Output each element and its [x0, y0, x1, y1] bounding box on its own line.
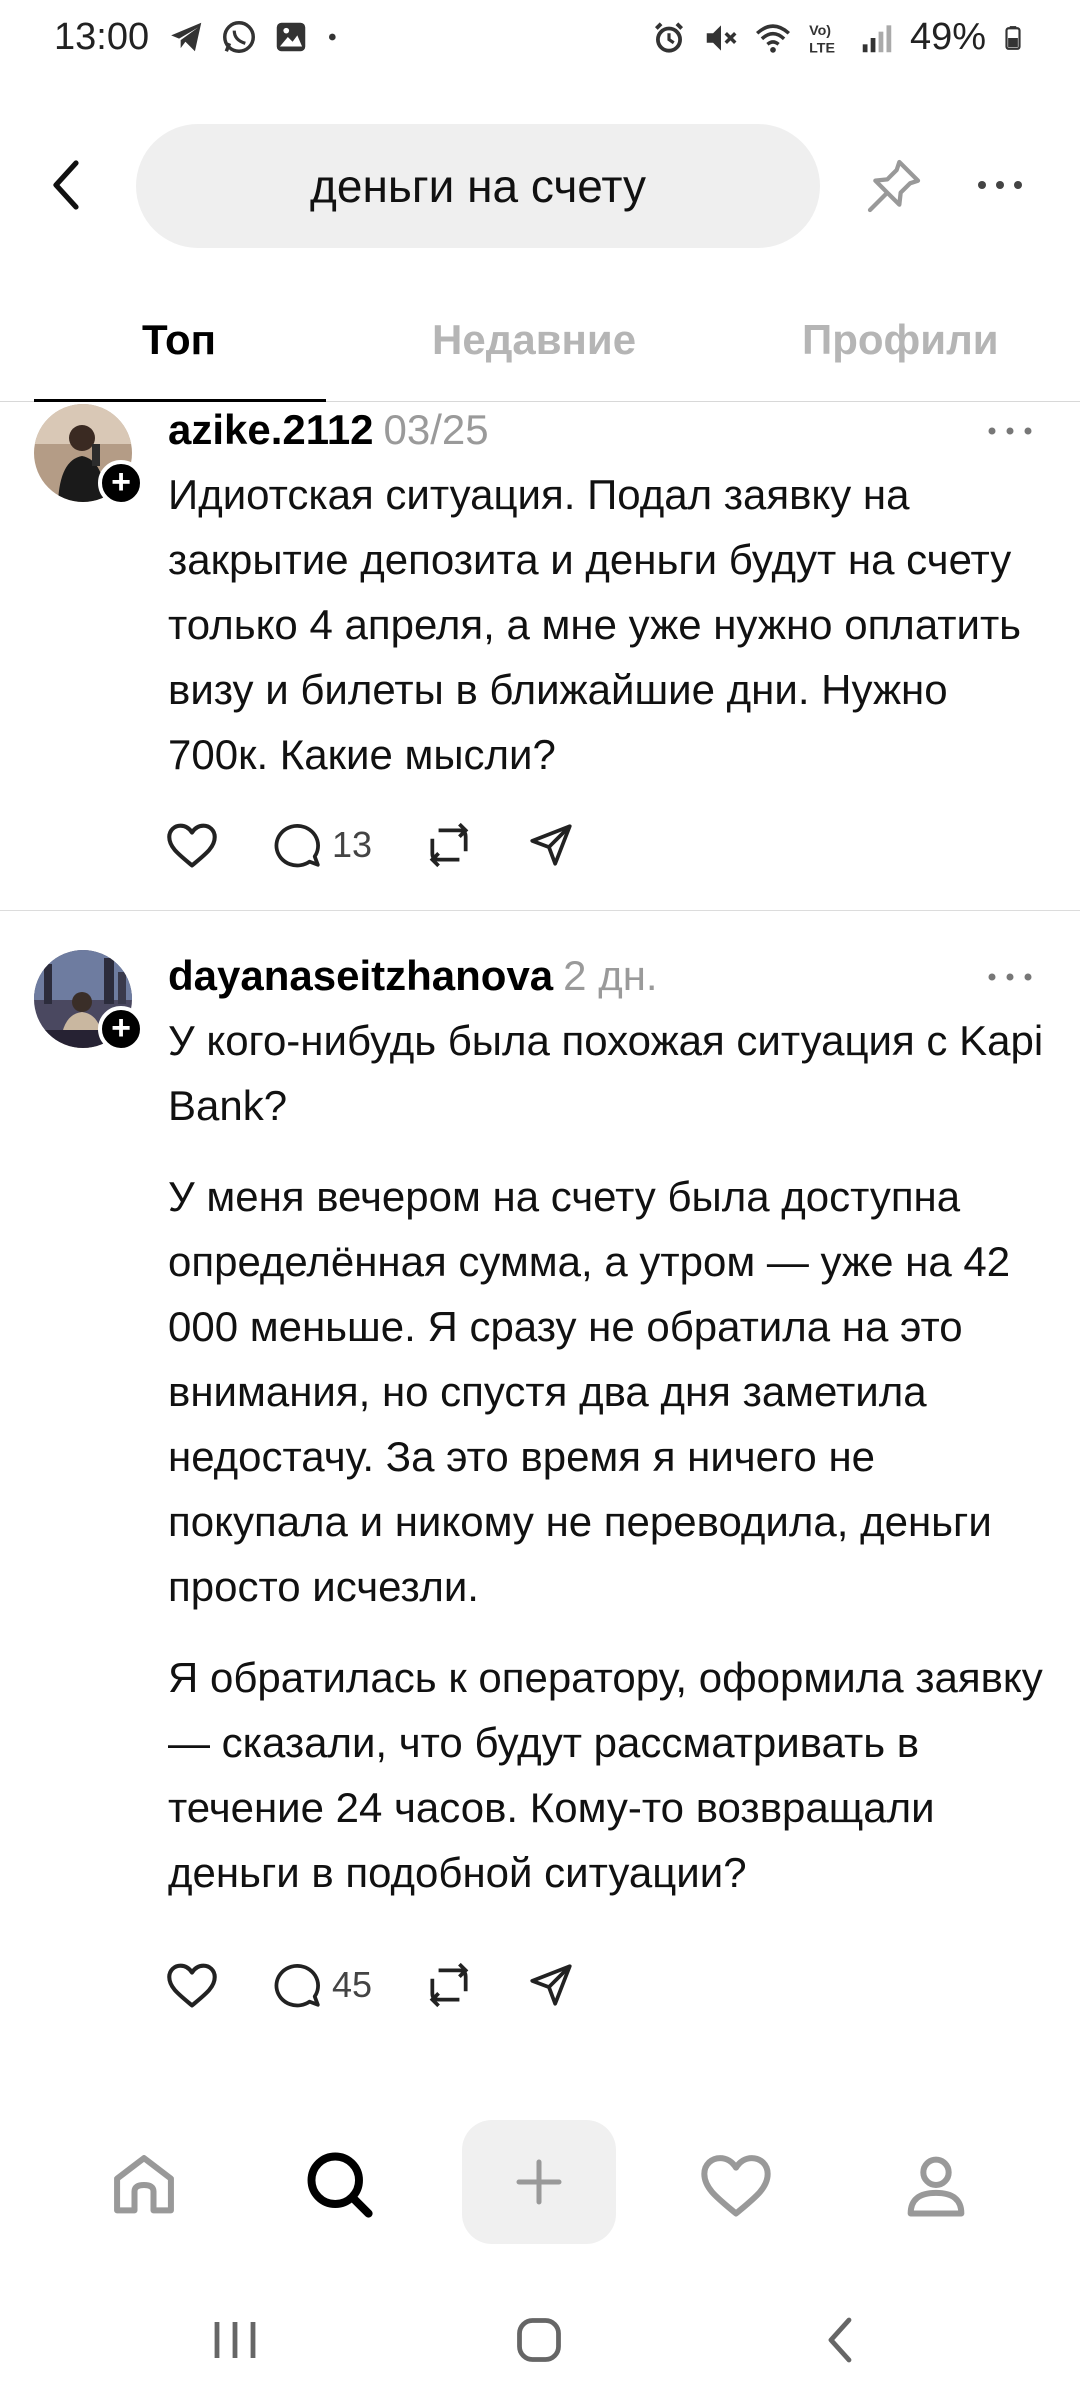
bottom-nav [0, 2110, 1080, 2260]
follow-plus-icon[interactable]: + [98, 460, 144, 506]
post-more-button[interactable] [982, 416, 1038, 446]
nav-activity-button[interactable] [676, 2110, 796, 2260]
more-dots-icon [988, 427, 1032, 435]
chevron-left-icon [53, 160, 79, 210]
back-system-button[interactable] [796, 2305, 886, 2375]
post[interactable]: + azike.2112 03/25 Идиотская ситуация. По… [0, 404, 1080, 910]
repost-icon [429, 1962, 469, 2008]
battery-icon [1005, 25, 1021, 50]
plus-icon [516, 2159, 562, 2205]
pin-icon [867, 159, 921, 213]
search-input[interactable]: деньги на счету [136, 124, 820, 248]
username-text[interactable]: azike.2112 [168, 406, 374, 453]
reply-button[interactable]: 45 [272, 1960, 372, 2010]
status-bar: 13:00 Vo) LTE 49% [0, 0, 1080, 80]
post-paragraph: Идиотская ситуация. Подал заявку на закр… [168, 471, 1022, 778]
post-paragraph: У меня вечером на счету была доступна оп… [168, 1173, 1011, 1610]
wifi-icon [755, 23, 790, 53]
post-paragraph: Я обратилась к оператору, оформила заявк… [168, 1654, 1043, 1896]
tab-top[interactable]: Топ [142, 316, 216, 364]
post-username[interactable]: azike.2112 03/25 [168, 406, 489, 454]
nav-new-post-button[interactable] [462, 2120, 616, 2244]
heart-icon [167, 823, 217, 868]
share-button[interactable] [526, 1960, 576, 2010]
profile-icon [907, 2156, 965, 2217]
pin-button[interactable] [862, 154, 926, 218]
heart-icon [167, 1963, 217, 2008]
search-query-text: деньги на счету [310, 160, 646, 212]
more-options-button[interactable] [970, 160, 1030, 210]
telegram-icon [171, 22, 202, 52]
post-more-button[interactable] [982, 962, 1038, 992]
post-time: 2 дн. [563, 952, 658, 999]
status-left-icons [168, 18, 344, 56]
follow-plus-icon[interactable]: + [98, 1006, 144, 1052]
home-circle-icon [517, 2318, 561, 2362]
search-icon [307, 2152, 373, 2218]
post-actions: 13 [164, 820, 628, 870]
svg-text:Vo): Vo) [809, 22, 831, 38]
reply-button[interactable]: 13 [272, 820, 372, 870]
like-button[interactable] [164, 1960, 220, 2010]
nav-profile-button[interactable] [876, 2110, 996, 2260]
post-paragraph: У кого-нибудь была похожая ситуация с Ka… [168, 1017, 1044, 1129]
repost-button[interactable] [424, 1960, 474, 2010]
share-button[interactable] [526, 820, 576, 870]
recents-icon [214, 2322, 256, 2358]
repost-button[interactable] [424, 820, 474, 870]
nav-home-button[interactable] [84, 2110, 204, 2260]
system-nav-bar [0, 2285, 1080, 2400]
send-icon [530, 1964, 572, 2006]
dot-icon [329, 33, 336, 41]
send-icon [530, 824, 572, 866]
post[interactable]: + dayanaseitzhanova 2 дн. У кого-нибудь б… [0, 950, 1080, 2070]
search-header: деньги на счету [0, 110, 1080, 260]
comment-icon [274, 1963, 320, 2008]
signal-icon [862, 24, 892, 52]
status-right-icons: Vo) LTE 49% [650, 16, 1026, 59]
gallery-icon [276, 22, 306, 52]
home-system-button[interactable] [494, 2305, 584, 2375]
repost-icon [429, 822, 469, 868]
back-button[interactable] [36, 150, 96, 220]
nav-search-button[interactable] [280, 2110, 400, 2260]
post-time: 03/25 [383, 406, 489, 453]
home-icon [114, 2155, 174, 2214]
heart-icon [701, 2155, 771, 2217]
post-body: У кого-нибудь была похожая ситуация с Ka… [168, 1008, 1048, 1931]
battery-percent: 49% [909, 16, 986, 58]
whatsapp-icon [223, 21, 255, 53]
reply-count: 45 [332, 1964, 373, 2005]
post-username[interactable]: dayanaseitzhanova 2 дн. [168, 952, 658, 1000]
tab-recent[interactable]: Недавние [432, 316, 636, 364]
recents-button[interactable] [190, 2305, 280, 2375]
more-dots-icon [988, 973, 1032, 981]
post-actions: 45 [164, 1960, 628, 2010]
status-time: 13:00 [54, 16, 150, 58]
post-body: Идиотская ситуация. Подал заявку на закр… [168, 462, 1048, 813]
volte-icon: Vo) LTE [809, 22, 835, 56]
more-dots-icon [978, 181, 1022, 189]
like-button[interactable] [164, 820, 220, 870]
alarm-icon [654, 21, 683, 53]
username-text[interactable]: dayanaseitzhanova [168, 952, 553, 999]
tab-bar: Топ Недавние Профили [0, 290, 1080, 402]
svg-text:LTE: LTE [809, 40, 835, 56]
back-icon [828, 2317, 852, 2363]
reply-count: 13 [332, 824, 373, 865]
active-tab-indicator [34, 399, 326, 402]
post-divider [0, 910, 1080, 911]
mute-icon [706, 24, 737, 51]
comment-icon [274, 823, 320, 868]
tab-profiles[interactable]: Профили [802, 316, 999, 364]
